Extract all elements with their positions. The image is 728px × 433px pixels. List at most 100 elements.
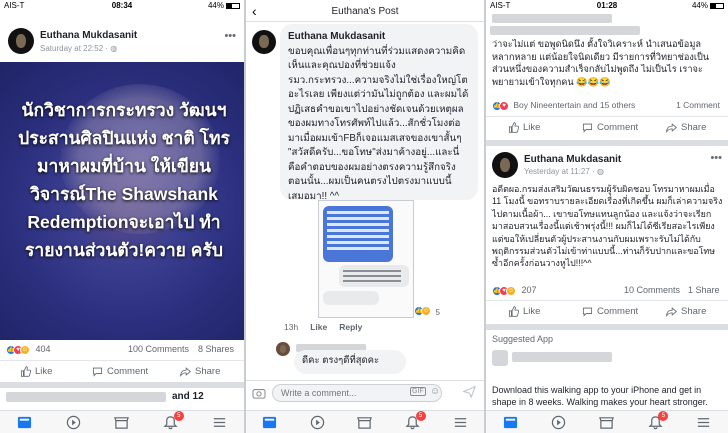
battery-icon [226, 2, 240, 9]
nav-header: ‹ Euthana's Post [246, 0, 484, 22]
share-count[interactable]: 1 Share [688, 285, 720, 295]
reply-text: ดีคะ ตรงๆดีที่สุดคะ [302, 355, 380, 366]
reaction-summary[interactable]: 👍 ♥ ☺ 207 [492, 285, 537, 296]
love-reaction-icon: ♥ [499, 100, 509, 111]
tab-menu[interactable] [211, 413, 229, 431]
share-label: Share [681, 122, 707, 133]
like-button[interactable]: Like [508, 122, 540, 133]
comment-text: ขอบคุณเพื่อนๆทุกท่านที่ร่วมแสดงความคิดเห… [288, 45, 469, 202]
tab-menu[interactable] [695, 413, 713, 431]
chat-grey-lines [343, 270, 401, 272]
comment-bubble-icon [582, 307, 593, 317]
comment-bubble: Euthana Mukdasanit ขอบคุณเพื่อนๆทุกท่านท… [280, 24, 478, 202]
share-button[interactable]: Share [180, 366, 220, 377]
reaction-badge[interactable]: 👍 ☺ 5 [414, 302, 440, 320]
comment-reply-button[interactable]: Reply [339, 322, 362, 332]
tab-watch[interactable] [64, 413, 82, 431]
reply-avatar[interactable] [276, 342, 290, 356]
next-post-preview: and 12 [172, 391, 204, 402]
share-arrow-icon [666, 123, 677, 133]
reaction-summary[interactable]: 👍 ♥ Boy Nineentertain and 15 others [492, 100, 635, 111]
comment-composer: GIF ☺ [246, 380, 484, 404]
battery-indicator: 44% [208, 1, 240, 10]
status-bar: AIS-T 01:28 44% [486, 0, 728, 12]
marketplace-icon [357, 416, 373, 429]
share-label: Share [195, 366, 221, 377]
tab-news-feed[interactable] [15, 413, 33, 431]
avatar[interactable] [492, 152, 518, 178]
image-caption: นักวิชาการกระทรวง วัฒนฯประสานศิลปินแห่ง … [18, 100, 230, 260]
comment-button[interactable]: Comment [582, 306, 638, 317]
post-body-text: อดีตผอ.กรมส่งเสริมวัฒนธรรมผู้รับผิดชอบ โ… [492, 184, 723, 269]
share-arrow-icon [666, 307, 677, 317]
send-icon[interactable] [462, 385, 477, 403]
share-button[interactable]: Share [666, 306, 706, 317]
post-panel-2: ‹ Euthana's Post Euthana Mukdasanit ขอบค… [246, 0, 484, 433]
post-image[interactable]: นักวิชาการกระทรวง วัฒนฯประสานศิลปินแห่ง … [0, 62, 244, 340]
reaction-summary[interactable]: 👍 ♥ ☺ 404 [6, 344, 51, 355]
tab-news-feed[interactable] [261, 413, 279, 431]
emoji-icon[interactable]: ☺ [430, 386, 440, 397]
comment-author[interactable]: Euthana Mukdasanit [288, 30, 470, 45]
tab-watch[interactable] [308, 413, 326, 431]
more-options-icon[interactable]: ••• [710, 152, 722, 164]
menu-icon [698, 417, 710, 427]
comment-label: Comment [597, 306, 639, 317]
comment-count[interactable]: 100 Comments [128, 344, 189, 354]
news-feed-icon [17, 416, 31, 428]
comment-button[interactable]: Comment [92, 366, 148, 377]
blurred-text [490, 26, 640, 35]
tab-marketplace[interactable] [598, 413, 616, 431]
reply-bubble: ดีคะ ตรงๆดีที่สุดคะ [294, 350, 406, 374]
ad-text: Download this walking app to your iPhone… [492, 385, 708, 407]
post-author[interactable]: Euthana Mukdasanit [40, 30, 137, 41]
gif-button[interactable]: GIF [410, 387, 426, 396]
avatar[interactable] [8, 28, 34, 54]
post-timestamp: Yesterday at 11:27 · ◍ [524, 167, 604, 176]
comment-like-button[interactable]: Like [310, 322, 327, 332]
comment-time: 13h [284, 322, 299, 332]
share-count[interactable]: 8 Shares [198, 344, 234, 354]
camera-icon[interactable] [252, 386, 266, 404]
comment-label: Comment [597, 122, 639, 133]
chat-bubble-blue [323, 206, 393, 262]
share-label: Share [681, 306, 707, 317]
shared-post-text: ว่าจะไม่แต่ ขอพูดนิดนึง ตั้งใจวิเคราะห์ … [492, 39, 710, 87]
like-button[interactable]: Like [508, 306, 540, 317]
tab-marketplace[interactable] [356, 413, 374, 431]
post-author[interactable]: Euthana Mukdasanit [524, 154, 621, 165]
tab-notifications[interactable]: 5 [404, 411, 426, 431]
thumbs-up-icon [508, 122, 519, 133]
post-panel-3: AIS-T 01:28 44% ว่าจะไม่แต่ ขอพูดนิดนึง … [486, 0, 728, 433]
share-button[interactable]: Share [666, 122, 706, 133]
comment-button[interactable]: Comment [582, 122, 638, 133]
marketplace-icon [599, 416, 615, 429]
comment-count[interactable]: 1 Comment [676, 100, 720, 110]
comment-count[interactable]: 10 Comments [624, 285, 680, 295]
tab-menu[interactable] [451, 413, 469, 431]
tab-notifications[interactable]: 5 [646, 411, 669, 431]
comment-label: Comment [107, 366, 149, 377]
globe-icon: ◍ [596, 167, 604, 176]
watch-play-icon [551, 415, 566, 429]
bottom-tab-bar: 5 [0, 410, 244, 433]
more-options-icon[interactable]: ••• [224, 30, 236, 42]
tab-marketplace[interactable] [113, 413, 131, 431]
globe-icon: ◍ [110, 44, 118, 53]
tab-notifications[interactable]: 5 [162, 411, 184, 431]
tab-watch[interactable] [550, 413, 568, 431]
battery-icon [710, 2, 724, 9]
news-feed-icon [263, 416, 277, 428]
bottom-tab-bar: 5 [246, 410, 484, 433]
bottom-tab-bar: 5 [486, 410, 728, 433]
chat-bubble-grey [339, 265, 409, 287]
avatar[interactable] [252, 30, 276, 54]
watch-play-icon [310, 415, 325, 429]
like-button[interactable]: Like [20, 366, 52, 377]
chat-text-lines [327, 211, 389, 214]
tab-news-feed[interactable] [501, 413, 519, 431]
page-title: Euthana's Post [331, 6, 399, 17]
comment-attachment-screenshot[interactable] [318, 200, 414, 318]
haha-reaction-icon: ☺ [506, 285, 516, 296]
menu-icon [213, 417, 226, 427]
